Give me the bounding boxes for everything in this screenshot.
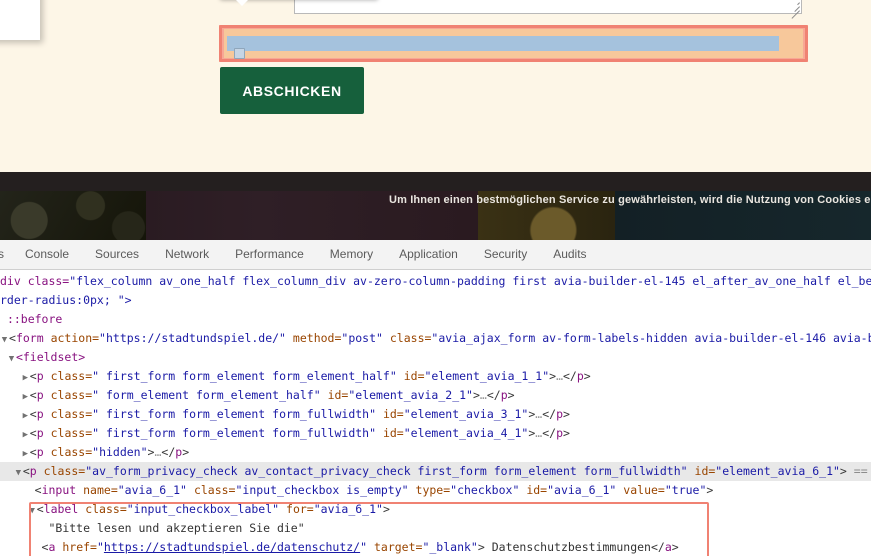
anchor-target-value: "_blank"	[422, 540, 478, 554]
dom-node-label[interactable]: ▼ <label class="input_checkbox_label" for…	[0, 500, 871, 519]
tab-audits[interactable]: Audits	[540, 240, 599, 269]
left-white-panel	[0, 0, 40, 40]
dom-node-p-privacy-selected[interactable]: ▼ <p class="av_form_privacy_check av_cont…	[0, 462, 871, 481]
dom-node-before-pseudo[interactable]: ::before	[0, 310, 871, 329]
input-name-value: "avia_6_1"	[117, 483, 187, 497]
form-action-value: "https://stadtundspiel.de/"	[99, 331, 286, 345]
form-action-attr: action=	[50, 331, 100, 345]
p2-class: " form_element form_element_half"	[92, 388, 321, 402]
submit-button[interactable]: ABSCHICKEN	[220, 67, 364, 114]
inspect-highlight-margin-box	[219, 25, 808, 62]
tab-network[interactable]: Network	[152, 240, 222, 269]
tab-security[interactable]: Security	[471, 240, 540, 269]
p-privacy-id: "element_avia_6_1"	[715, 464, 840, 478]
form-class-attr: class=	[389, 331, 432, 345]
p4-class: " first_form form_element form_fullwidth…	[92, 426, 377, 440]
privacy-checkbox[interactable]	[234, 48, 245, 59]
screenshot-root: ck.first_form.for... ABSCHICKEN Um Ihnen…	[0, 0, 871, 556]
form-method-attr: method=	[292, 331, 342, 345]
cookie-banner-text: Um Ihnen einen bestmöglichen Service zu …	[389, 194, 871, 206]
label-for-value: "avia_6_1"	[313, 502, 383, 516]
dom-node-before-label: ::before	[6, 312, 63, 326]
form-class-value: "avia_ajax_form av-form-labels-hidden av…	[431, 331, 871, 345]
p-privacy-class: "av_form_privacy_check av_contact_privac…	[85, 464, 688, 478]
dom-node-p-3[interactable]: ▶ <p class=" first_form form_element form…	[0, 405, 871, 424]
tab-elements[interactable]: s	[0, 240, 12, 269]
p3-class: " first_form form_element form_fullwidth…	[92, 407, 377, 421]
dom-node-p-2[interactable]: ▶ <p class=" form_element form_element_ha…	[0, 386, 871, 405]
dom-node-input-checkbox[interactable]: <input name="avia_6_1" class="input_chec…	[0, 481, 871, 500]
anchor-text: Datenschutzbestimmungen	[491, 540, 651, 554]
input-class-value: "input_checkbox is_empty"	[235, 483, 409, 497]
devtools-panel: s Console Sources Network Performance Me…	[0, 240, 871, 556]
banner-image-1	[0, 191, 146, 240]
dom-node-div-style: rder-radius:0px; ">	[0, 293, 132, 307]
banner-image-2	[146, 191, 260, 240]
p4-id: "element_avia_4_1"	[403, 426, 529, 440]
dom-node-div-class: "flex_column av_one_half flex_column_div…	[69, 274, 871, 288]
inspect-highlight-padding-box	[224, 29, 803, 59]
selected-node-marker: == $0	[853, 464, 871, 478]
dom-node-div[interactable]: div class="flex_column av_one_half flex_…	[0, 272, 871, 291]
dom-tree[interactable]: div class="flex_column av_one_half flex_…	[0, 270, 871, 556]
dom-node-label-text[interactable]: "Bitte lesen und akzeptieren Sie die"	[0, 519, 871, 538]
submit-button-label: ABSCHICKEN	[242, 82, 342, 99]
cookie-banner-strip	[0, 172, 871, 240]
tab-console[interactable]: Console	[12, 240, 82, 269]
dom-node-p-4[interactable]: ▶ <p class=" first_form form_element form…	[0, 424, 871, 443]
dom-node-form-tag: form	[15, 331, 44, 345]
dom-node-div-tag: div class=	[0, 274, 70, 288]
textarea-resize-grip[interactable]	[788, 0, 800, 19]
dom-node-fieldset[interactable]: ▼ <fieldset>	[0, 348, 871, 367]
label-class-value: "input_checkbox_label"	[126, 502, 280, 516]
input-value-value: "true"	[664, 483, 707, 497]
tab-memory[interactable]: Memory	[317, 240, 386, 269]
p2-id: "element_avia_2_1"	[348, 388, 473, 402]
inspect-highlight-content-box	[227, 36, 779, 59]
dom-node-form[interactable]: ▼ <form action="https://stadtundspiel.de/…	[0, 329, 871, 348]
tab-sources[interactable]: Sources	[82, 240, 152, 269]
tooltip-tail	[234, 0, 250, 6]
anchor-href-link[interactable]: https://stadtundspiel.de/datenschutz/	[104, 540, 360, 554]
form-method-value: "post"	[341, 331, 383, 345]
message-textarea[interactable]	[294, 0, 802, 19]
p1-id: "element_avia_1_1"	[424, 369, 550, 383]
input-type-value: "checkbox"	[450, 483, 520, 497]
web-page-area: ck.first_form.for... ABSCHICKEN	[0, 0, 871, 172]
label-text-node: "Bitte lesen und akzeptieren Sie die"	[48, 521, 305, 535]
dom-node-p-hidden[interactable]: ▶ <p class="hidden">…</p>	[0, 443, 871, 462]
dom-node-div-style-cont[interactable]: rder-radius:0px; ">	[0, 291, 871, 310]
p1-class: " first_form form_element form_element_h…	[92, 369, 397, 383]
devtools-tabbar: s Console Sources Network Performance Me…	[0, 240, 871, 270]
dom-node-p-1[interactable]: ▶ <p class=" first_form form_element form…	[0, 367, 871, 386]
dom-node-fieldset-tag: <fieldset>	[15, 350, 86, 364]
dom-node-anchor[interactable]: <a href="https://stadtundspiel.de/datens…	[0, 538, 871, 556]
p-hidden-class: "hidden"	[92, 445, 148, 459]
p3-id: "element_avia_3_1"	[403, 407, 529, 421]
tab-performance[interactable]: Performance	[222, 240, 317, 269]
input-id-value: "avia_6_1"	[547, 483, 617, 497]
tab-application[interactable]: Application	[386, 240, 471, 269]
